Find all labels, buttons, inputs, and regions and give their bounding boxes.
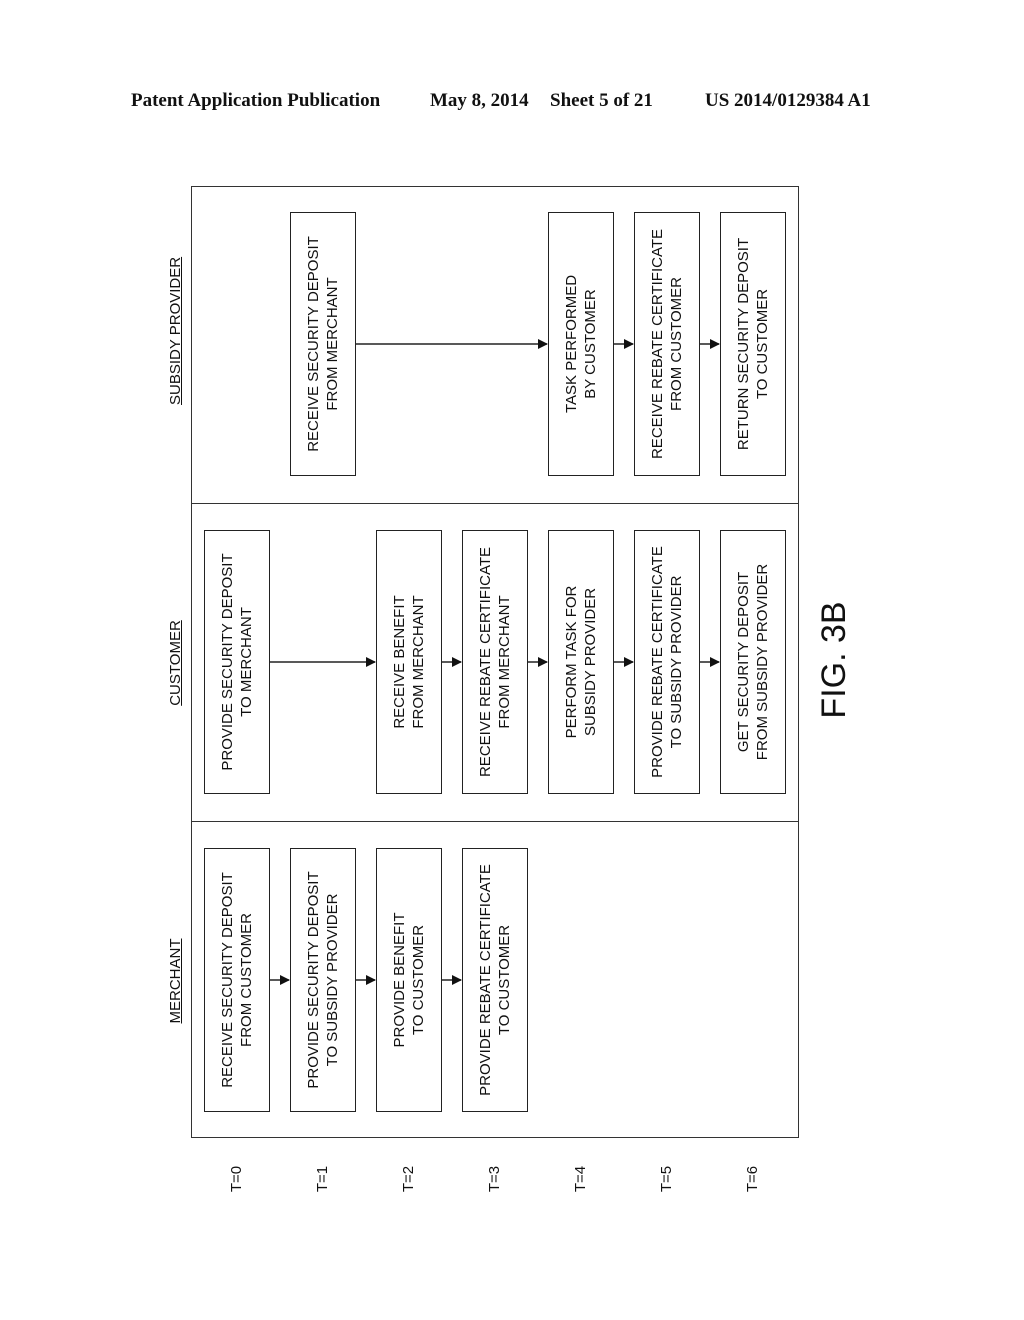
time-label-t4: T=4 [572, 1165, 589, 1193]
flow-arrows [270, 339, 720, 985]
figure-label: FIG. 3B [815, 601, 853, 719]
time-label-t1: T=1 [314, 1165, 331, 1193]
time-label-t0: T=0 [228, 1165, 245, 1193]
time-label-t5: T=5 [658, 1165, 675, 1193]
time-label-t6: T=6 [744, 1165, 761, 1193]
time-label-t3: T=3 [486, 1165, 503, 1193]
time-label-t2: T=2 [400, 1165, 417, 1193]
